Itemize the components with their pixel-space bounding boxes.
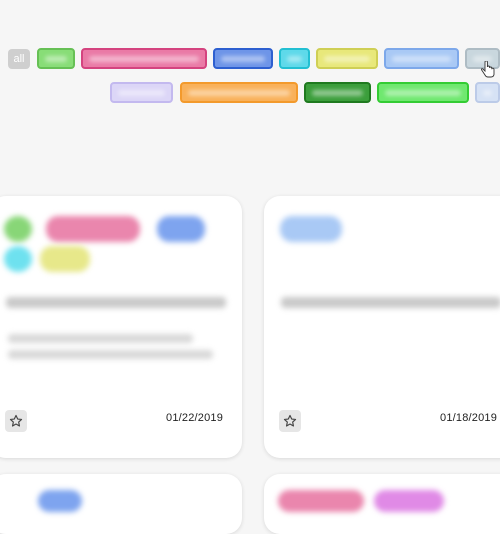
filter-tag-bright-green[interactable] — [377, 82, 469, 103]
filter-tag-green-light[interactable] — [37, 48, 75, 69]
filter-tag-pink[interactable] — [81, 48, 207, 69]
tag-chip — [278, 490, 364, 512]
filter-tag-lavender[interactable] — [110, 82, 173, 103]
filter-tag-all[interactable]: all — [8, 49, 30, 69]
star-outline-icon — [9, 414, 23, 427]
tag-chip — [4, 246, 32, 272]
note-card[interactable]: 01/22/2019 — [0, 196, 242, 458]
note-card[interactable] — [0, 474, 242, 534]
card-snippet-line — [8, 334, 193, 343]
tag-chip — [46, 216, 140, 242]
card-date: 01/18/2019 — [440, 412, 498, 424]
note-card[interactable] — [264, 474, 500, 534]
filter-tag-cyan[interactable] — [279, 48, 310, 69]
filter-tag-dark-green[interactable] — [304, 82, 371, 103]
note-card[interactable]: 01/18/2019 — [264, 196, 500, 458]
filter-tag-yellow[interactable] — [316, 48, 378, 69]
star-outline-icon — [283, 414, 297, 427]
filter-tag-light-blue[interactable] — [384, 48, 459, 69]
favorite-button[interactable] — [5, 410, 27, 432]
card-title — [6, 297, 226, 308]
tag-chip — [40, 246, 90, 272]
tag-filter-bar: all — [0, 0, 500, 150]
tag-chip — [280, 216, 342, 242]
card-date: 01/22/2019 — [166, 412, 224, 424]
filter-tag-blue[interactable] — [213, 48, 273, 69]
favorite-button[interactable] — [279, 410, 301, 432]
tag-chip — [4, 216, 32, 242]
tag-chip — [38, 490, 82, 512]
tag-chip — [374, 490, 444, 512]
hand-pointer-icon — [481, 61, 495, 78]
tag-chip — [157, 216, 205, 242]
filter-tag-orange[interactable] — [180, 82, 298, 103]
card-snippet-line — [8, 350, 213, 359]
card-title — [281, 297, 500, 308]
filter-tag-pale-blue[interactable] — [475, 82, 500, 103]
